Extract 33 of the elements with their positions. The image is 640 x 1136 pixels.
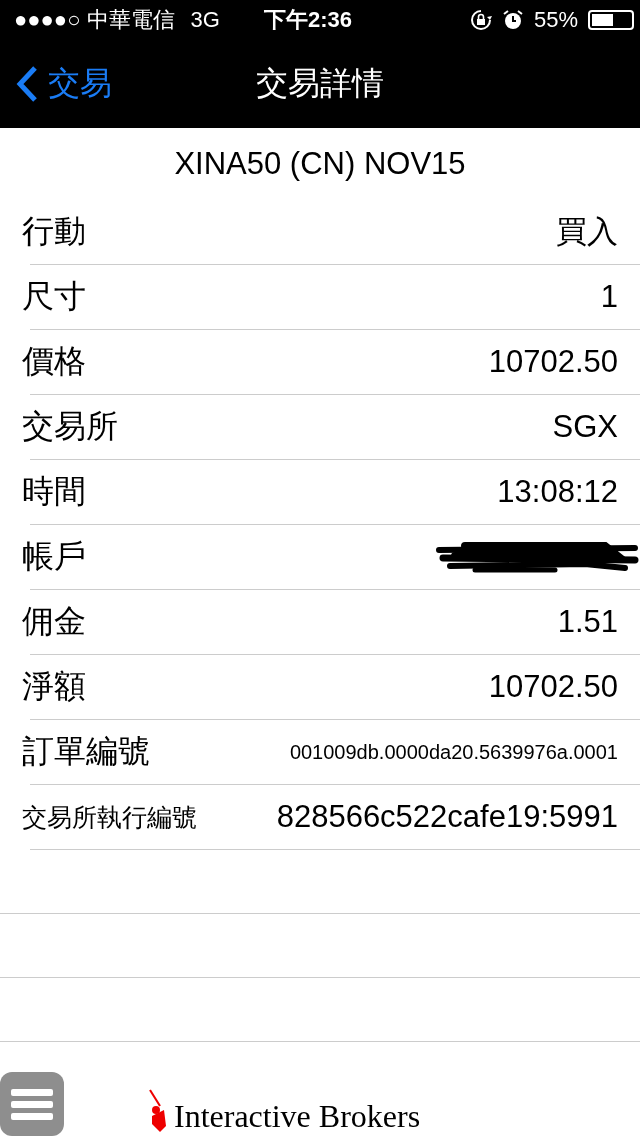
back-button[interactable]: 交易 [16,62,112,106]
field-label: 交易所 [22,407,118,446]
field-value: 13:08:12 [497,474,618,510]
logo-icon [148,1088,168,1134]
alarm-clock-icon [501,9,524,31]
battery-icon [588,10,634,30]
field-value: 1 [600,279,618,315]
field-value: 買入 [556,213,618,251]
field-label: 交易所執行編號 [22,801,197,833]
field-value: 828566c522cafe19:5991 [276,799,618,835]
rotation-lock-icon [469,9,492,31]
field-label: 尺寸 [22,277,86,316]
field-label: 訂單編號 [22,732,150,771]
chevron-left-icon [16,65,38,103]
field-label: 價格 [22,342,86,381]
field-value: SGX [552,409,618,445]
field-label: 淨額 [22,667,86,706]
screen-title: 交易詳情 [256,64,384,103]
menu-button[interactable] [0,1072,64,1136]
battery-percentage: 55% [533,7,578,33]
carrier-name: ●●●●○ 中華電信 [14,6,175,34]
brand-name: Interactive Brokers [174,1098,421,1134]
field-label: 帳戶 [22,537,86,576]
field-value: 1.51 [557,604,618,640]
field-label: 時間 [22,472,86,511]
clock-time: 下午2:36 [263,6,352,34]
field-value: 10702.50 [488,669,618,705]
contract-name: XINA50 (CN) NOV15 [173,145,467,183]
network-type: 3G [190,7,220,33]
field-label: 行動 [22,212,86,251]
field-label: 佣金 [22,602,86,641]
field-value: 001009db.0000da20.5639976a.0001 [289,740,618,764]
field-value: 10702.50 [488,344,618,380]
